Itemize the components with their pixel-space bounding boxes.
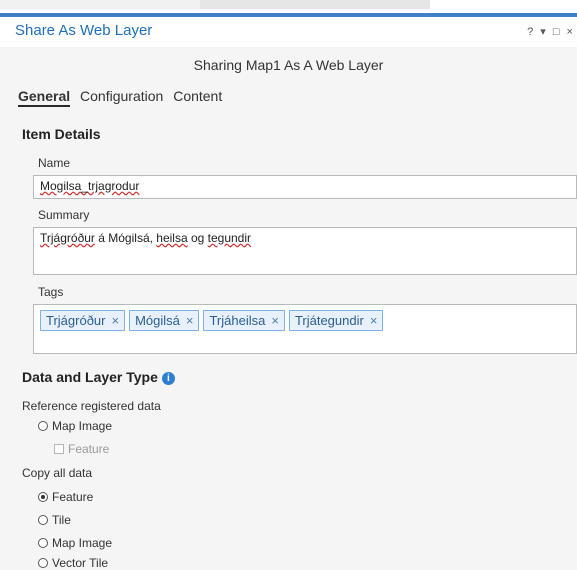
summary-word-2: á Mógilsá, <box>94 231 157 245</box>
tag-label: Trjátegundir <box>294 313 364 328</box>
option-label: Map Image <box>52 536 113 550</box>
radio-icon[interactable] <box>38 515 48 525</box>
radio-icon[interactable] <box>38 421 48 431</box>
summary-word-4: og <box>187 231 208 245</box>
option-copy-tile[interactable]: Tile <box>38 513 71 527</box>
pane-title: Share As Web Layer <box>15 22 153 39</box>
option-label: Tile <box>52 513 71 527</box>
reference-registered-label: Reference registered data <box>22 399 161 413</box>
info-icon[interactable]: i <box>161 372 175 385</box>
name-value: Mogilsa_trjagrodur <box>40 179 140 193</box>
tag-chip[interactable]: Trjátegundir × <box>288 310 384 331</box>
option-label: Map Image <box>52 419 113 433</box>
tag-chip[interactable]: Trjáheilsa × <box>203 310 285 331</box>
summary-input[interactable]: Trjágróður á Mógilsá, heilsa og tegundir <box>33 227 577 275</box>
name-input[interactable]: Mogilsa_trjagrodur <box>33 175 577 199</box>
tags-label: Tags <box>38 285 64 299</box>
option-reference-feature[interactable]: Feature <box>54 442 109 456</box>
tab-configuration[interactable]: Configuration <box>80 88 163 104</box>
ribbon-remnant-right <box>200 0 430 9</box>
option-reference-map-image[interactable]: Map Image <box>38 419 112 433</box>
tag-label: Trjágróður <box>46 313 106 328</box>
radio-icon[interactable] <box>38 538 48 548</box>
radio-selected-icon[interactable] <box>38 492 48 502</box>
tag-chip[interactable]: Trjágróður × <box>40 310 126 331</box>
tag-remove-icon[interactable]: × <box>370 313 378 328</box>
sharing-subtitle: Sharing Map1 As A Web Layer <box>193 57 384 73</box>
tag-remove-icon[interactable]: × <box>186 313 194 328</box>
option-label: Feature <box>52 490 94 504</box>
tag-label: Mógilsá <box>135 313 180 328</box>
name-label: Name <box>38 156 71 170</box>
radio-icon[interactable] <box>38 558 48 568</box>
option-copy-map-image[interactable]: Map Image <box>38 536 112 550</box>
pane-window-controls[interactable]: ? ▾ □ × <box>527 25 575 38</box>
summary-label: Summary <box>38 208 90 222</box>
tag-chip[interactable]: Mógilsá × <box>129 310 200 331</box>
checkbox-icon[interactable] <box>54 444 64 454</box>
option-label: Vector Tile <box>52 556 109 570</box>
tab-general[interactable]: General <box>18 88 71 107</box>
top-strip <box>0 0 577 17</box>
summary-word-5: tegundir <box>207 231 252 245</box>
summary-word-1: Trjágróður <box>40 231 95 245</box>
ribbon-remnant-left <box>0 0 200 9</box>
tag-label: Trjáheilsa <box>209 313 266 328</box>
tag-remove-icon[interactable]: × <box>271 313 279 328</box>
tags-input[interactable]: Trjágróður × Mógilsá × Trjáheilsa × Trjátegund… <box>33 304 577 354</box>
tab-content[interactable]: Content <box>173 88 222 104</box>
copy-all-data-label: Copy all data <box>22 466 93 480</box>
tab-bar: General Configuration Content <box>18 88 228 107</box>
data-layer-type-heading: Data and Layer Type i <box>22 369 175 385</box>
item-details-heading: Item Details <box>22 126 101 142</box>
pane-header: Share As Web Layer ? ▾ □ × <box>0 17 577 47</box>
option-label: Feature <box>68 442 110 456</box>
data-layer-type-title: Data and Layer Type <box>22 369 158 385</box>
tag-remove-icon[interactable]: × <box>111 313 119 328</box>
option-copy-vector-tile[interactable]: Vector Tile <box>38 556 108 570</box>
summary-word-3: heilsa <box>156 231 188 245</box>
option-copy-feature[interactable]: Feature <box>38 490 93 504</box>
